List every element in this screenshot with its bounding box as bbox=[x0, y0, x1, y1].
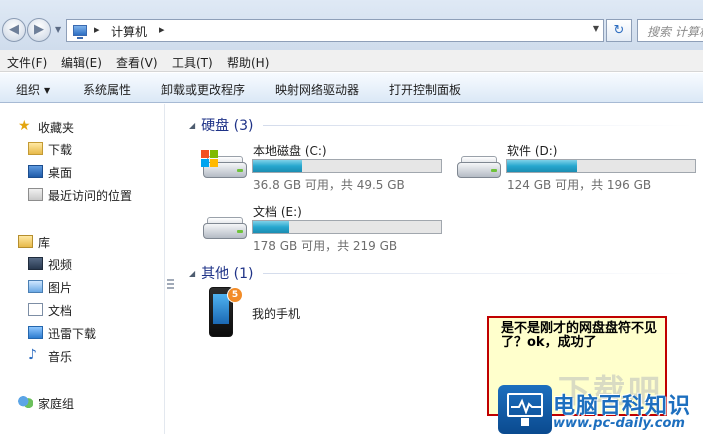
pc-daily-logo-icon bbox=[498, 385, 552, 434]
watermark-url: www.pc-daily.com bbox=[553, 416, 685, 431]
drive-free-space: 178 GB 可用，共 219 GB bbox=[253, 239, 398, 253]
drive-usage-fill bbox=[253, 160, 302, 172]
menu-file[interactable]: 文件(F) bbox=[7, 54, 47, 71]
drive-free-space: 36.8 GB 可用，共 49.5 GB bbox=[253, 178, 405, 192]
drive-usage-bar bbox=[506, 159, 696, 173]
menu-help[interactable]: 帮助(H) bbox=[227, 54, 269, 71]
collapse-triangle-icon: ◢ bbox=[189, 269, 196, 278]
star-icon: ★ bbox=[18, 118, 31, 134]
nav-documents-label: 文档 bbox=[48, 304, 73, 318]
drive-name: 本地磁盘 (C:) bbox=[253, 144, 327, 158]
desktop-icon bbox=[28, 165, 43, 178]
chevron-down-icon: ▼ bbox=[44, 86, 51, 95]
address-bar[interactable]: ▸ 计算机 ▸ ▼ bbox=[66, 19, 604, 42]
device-my-phone[interactable]: 5 我的手机 bbox=[209, 287, 389, 341]
group-title-hard-disks: 硬盘 (3) bbox=[201, 118, 254, 134]
picture-icon bbox=[28, 280, 43, 293]
device-name: 我的手机 bbox=[252, 307, 301, 321]
video-icon bbox=[28, 257, 43, 270]
address-toolbar: ◀ ▶ ▼ ▸ 计算机 ▸ ▼ ↻ 搜索 计算机 bbox=[0, 0, 703, 50]
notification-badge: 5 bbox=[227, 287, 243, 303]
drive-e[interactable]: 文档 (E:) 178 GB 可用，共 219 GB bbox=[201, 203, 461, 259]
drive-name: 软件 (D:) bbox=[507, 144, 558, 158]
music-note-icon: ♪ bbox=[28, 347, 37, 363]
breadcrumb-chevron-icon[interactable]: ▸ bbox=[159, 23, 165, 36]
map-network-drive-button[interactable]: 映射网络驱动器 bbox=[275, 81, 359, 98]
windows-logo-icon bbox=[201, 150, 219, 168]
nav-libraries-label: 库 bbox=[38, 236, 51, 250]
open-control-panel-button[interactable]: 打开控制面板 bbox=[389, 81, 461, 98]
nav-recent-label: 最近访问的位置 bbox=[48, 189, 133, 203]
drive-c[interactable]: 本地磁盘 (C:) 36.8 GB 可用，共 49.5 GB bbox=[201, 142, 461, 198]
menu-view[interactable]: 查看(V) bbox=[116, 54, 158, 71]
computer-icon bbox=[73, 25, 87, 39]
xunlei-icon bbox=[28, 326, 43, 339]
drive-usage-bar bbox=[252, 159, 442, 173]
drive-usage-fill bbox=[507, 160, 577, 172]
group-header-hard-disks[interactable]: ◢ 硬盘 (3) bbox=[189, 115, 253, 135]
forward-button[interactable]: ▶ bbox=[27, 18, 51, 42]
nav-homegroup-label: 家庭组 bbox=[38, 397, 75, 411]
group-header-other[interactable]: ◢ 其他 (1) bbox=[189, 263, 253, 283]
organize-label: 组织 bbox=[16, 83, 41, 97]
organize-button[interactable]: 组织 ▼ bbox=[16, 81, 50, 98]
drive-name: 文档 (E:) bbox=[253, 205, 302, 219]
group-divider bbox=[263, 125, 693, 126]
recent-places-icon bbox=[28, 188, 43, 201]
hard-drive-system-icon bbox=[201, 150, 249, 182]
refresh-button[interactable]: ↻ bbox=[606, 19, 632, 42]
hard-drive-icon bbox=[455, 150, 503, 182]
nav-desktop-label: 桌面 bbox=[48, 166, 73, 180]
system-properties-button[interactable]: 系统属性 bbox=[83, 81, 131, 98]
nav-downloads-label: 下载 bbox=[48, 143, 73, 157]
library-icon bbox=[18, 235, 33, 248]
address-dropdown-icon[interactable]: ▼ bbox=[593, 24, 599, 33]
refresh-icon: ↻ bbox=[613, 23, 625, 38]
download-folder-icon bbox=[28, 142, 43, 155]
breadcrumb-chevron-icon[interactable]: ▸ bbox=[94, 23, 100, 36]
hard-drive-icon bbox=[201, 211, 249, 243]
menu-tools[interactable]: 工具(T) bbox=[172, 54, 213, 71]
drive-usage-bar bbox=[252, 220, 442, 234]
back-button[interactable]: ◀ bbox=[2, 18, 26, 42]
drive-free-space: 124 GB 可用，共 196 GB bbox=[507, 178, 652, 192]
homegroup-icon bbox=[18, 396, 33, 409]
back-arrow-icon: ◀ bbox=[9, 22, 19, 37]
document-icon bbox=[28, 303, 43, 316]
collapse-triangle-icon: ◢ bbox=[189, 121, 196, 130]
forward-arrow-icon: ▶ bbox=[34, 22, 44, 37]
splitter-grip-icon bbox=[167, 279, 174, 289]
pane-splitter[interactable] bbox=[164, 104, 176, 434]
nav-videos-label: 视频 bbox=[48, 258, 73, 272]
menu-edit[interactable]: 编辑(E) bbox=[61, 54, 102, 71]
uninstall-program-button[interactable]: 卸载或更改程序 bbox=[161, 81, 245, 98]
navigation-pane: ★ 收藏夹 下载 桌面 最近访问的位置 库 视频 图片 文档 迅雷下载 ♪ 音乐… bbox=[0, 104, 164, 434]
nav-music-label: 音乐 bbox=[48, 350, 73, 364]
drive-d[interactable]: 软件 (D:) 124 GB 可用，共 196 GB bbox=[455, 142, 703, 198]
command-bar: 组织 ▼ 系统属性 卸载或更改程序 映射网络驱动器 打开控制面板 bbox=[0, 73, 703, 103]
nav-favorites-label: 收藏夹 bbox=[38, 121, 75, 135]
search-input[interactable]: 搜索 计算机 bbox=[637, 19, 703, 42]
drive-usage-fill bbox=[253, 221, 289, 233]
group-divider bbox=[263, 273, 693, 274]
recent-pages-dropdown-icon[interactable]: ▼ bbox=[55, 25, 61, 34]
nav-pictures-label: 图片 bbox=[48, 281, 73, 295]
nav-xunlei-label: 迅雷下载 bbox=[48, 327, 97, 341]
breadcrumb-computer[interactable]: 计算机 bbox=[111, 23, 147, 40]
group-title-other: 其他 (1) bbox=[201, 266, 254, 282]
menu-bar: 文件(F) 编辑(E) 查看(V) 工具(T) 帮助(H) bbox=[0, 50, 703, 72]
